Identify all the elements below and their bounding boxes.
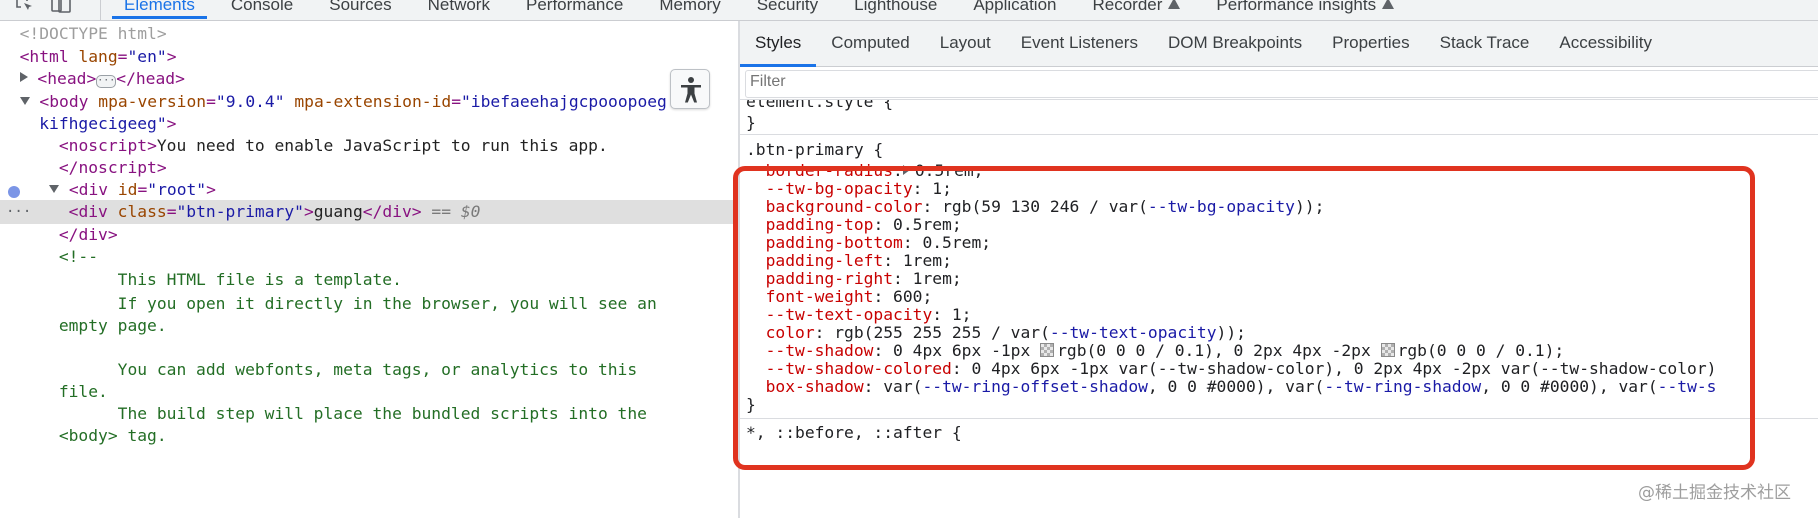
collapse-triangle-icon[interactable] <box>19 97 30 105</box>
tag-name: div <box>78 225 108 244</box>
tab-stack-trace[interactable]: Stack Trace <box>1425 21 1545 66</box>
attr-value: "ibefaeehajgcpooopoeg <box>461 92 667 111</box>
tab-event-listeners[interactable]: Event Listeners <box>1006 21 1153 66</box>
dom-line-doctype[interactable]: <!DOCTYPE html> <box>0 22 738 46</box>
tab-recorder[interactable]: Recorder <box>1092 0 1181 20</box>
comment-text: The build step will place the bundled sc… <box>58 404 647 423</box>
filter-bar <box>740 67 1818 100</box>
accessibility-tree-button[interactable] <box>670 69 710 109</box>
dom-line-html[interactable]: <html lang="en"> <box>0 45 738 69</box>
dom-line-comment-open[interactable]: <!-- <box>0 245 738 269</box>
attr-value: "btn-primary" <box>176 202 304 221</box>
annotation-highlight-box <box>733 166 1755 470</box>
dom-line-comment[interactable]: The build step will place the bundled sc… <box>0 402 738 426</box>
dom-line-comment[interactable]: file. <box>0 380 738 404</box>
tab-lighthouse[interactable]: Lighthouse <box>854 0 937 20</box>
tab-console[interactable]: Console <box>231 0 293 20</box>
dom-line-body[interactable]: <body mpa-version="9.0.4" mpa-extension-… <box>0 90 738 114</box>
tab-computed[interactable]: Computed <box>816 21 924 66</box>
tag-name: div <box>78 202 108 221</box>
tab-memory[interactable]: Memory <box>659 0 720 20</box>
tag-name: noscript <box>68 136 148 155</box>
dom-line-comment[interactable]: empty page. <box>0 314 738 338</box>
console-ref: == $0 <box>431 202 481 221</box>
sidebar-tabs: Styles Computed Layout Event Listeners D… <box>740 21 1818 67</box>
attr-value: "root" <box>147 180 207 199</box>
element-style-selector[interactable]: element.style { <box>746 100 893 112</box>
tab-elements[interactable]: Elements <box>112 0 207 20</box>
comment-text: You can add webfonts, meta tags, or anal… <box>58 360 638 379</box>
tab-performance-insights-label: Performance insights <box>1216 0 1377 14</box>
comment-text: <body> tag. <box>58 426 167 445</box>
warning-icon <box>1382 0 1395 9</box>
attr-value-cont: kifhgecigeeg" <box>39 114 167 133</box>
collapsed-ellipsis[interactable]: ··· <box>96 75 117 88</box>
collapse-triangle-icon[interactable] <box>49 185 60 193</box>
comment-text: empty page. <box>58 316 167 335</box>
comment-text: file. <box>58 382 108 401</box>
tag-name-close: head <box>135 69 176 88</box>
tag-name: html <box>29 47 69 66</box>
watermark: @稀土掘金技术社区 <box>1638 483 1791 503</box>
dom-line-selected[interactable]: ··· <div class="btn-primary">guang</div>… <box>0 200 738 224</box>
dom-tree: <!DOCTYPE html> <html lang="en"> <head>·… <box>0 22 738 518</box>
tab-recorder-label: Recorder <box>1092 0 1163 14</box>
tab-performance-insights[interactable]: Performance insights <box>1216 0 1395 20</box>
dom-line-root[interactable]: <div id="root"> <box>0 178 738 202</box>
more-options-icon[interactable]: ··· <box>6 200 31 224</box>
dom-line-noscript-close[interactable]: </noscript> <box>0 156 738 180</box>
rule-selector[interactable]: .btn-primary { <box>746 139 883 160</box>
dom-line-noscript[interactable]: <noscript>You need to enable JavaScript … <box>0 134 738 158</box>
tag-name: div <box>78 180 109 199</box>
tab-properties[interactable]: Properties <box>1317 21 1424 66</box>
devtools-tab-bar: Elements Console Sources Network Perform… <box>0 0 1818 21</box>
main-tabs: Elements Console Sources Network Perform… <box>112 0 1430 20</box>
rule-divider <box>740 134 1818 135</box>
accessibility-icon <box>681 77 701 103</box>
doctype-text: <!DOCTYPE html> <box>19 24 167 43</box>
tag-name: body <box>49 92 89 111</box>
text-node: guang <box>313 202 363 221</box>
tag-name-close: div <box>382 202 412 221</box>
element-style-close: } <box>746 113 756 132</box>
breakpoint-dot <box>8 186 20 198</box>
comment-open: <!-- <box>58 247 99 266</box>
tab-network[interactable]: Network <box>428 0 490 20</box>
dom-line-root-close[interactable]: </div> <box>0 223 738 247</box>
tab-dom-breakpoints[interactable]: DOM Breakpoints <box>1153 21 1317 66</box>
tag-name: noscript <box>78 158 157 177</box>
attr-value: "9.0.4" <box>215 92 285 111</box>
attr-value: "en" <box>127 47 167 66</box>
tab-security[interactable]: Security <box>757 0 818 20</box>
text-node: You need to enable JavaScript to run thi… <box>156 136 608 155</box>
tag-name: head <box>47 69 87 88</box>
tab-layout[interactable]: Layout <box>925 21 1006 66</box>
dom-line-comment[interactable]: You can add webfonts, meta tags, or anal… <box>0 358 738 382</box>
tab-styles[interactable]: Styles <box>740 21 817 67</box>
comment-text: This HTML file is a template. <box>58 270 402 289</box>
toolbar-divider <box>100 0 101 20</box>
attr-name: id <box>117 180 138 199</box>
dom-line-comment[interactable] <box>0 336 738 360</box>
dom-line-body-cont[interactable]: kifhgecigeeg"> <box>0 112 738 136</box>
tab-performance[interactable]: Performance <box>526 0 623 20</box>
inspect-icon[interactable] <box>14 0 36 14</box>
attr-name: class <box>117 202 167 221</box>
dom-line-head[interactable]: <head>···</head> <box>0 67 738 91</box>
dom-line-comment[interactable]: <body> tag. <box>0 424 738 448</box>
filter-input[interactable] <box>750 73 1150 91</box>
dom-line-comment[interactable]: If you open it directly in the browser, … <box>0 292 738 316</box>
warning-icon <box>1168 0 1181 9</box>
tab-sources[interactable]: Sources <box>329 0 391 20</box>
tab-accessibility[interactable]: Accessibility <box>1544 21 1667 66</box>
attr-name: lang <box>78 47 118 66</box>
device-toggle-icon[interactable] <box>50 0 72 14</box>
attr-name: mpa-extension-id <box>294 92 452 111</box>
dom-line-comment[interactable]: This HTML file is a template. <box>0 268 738 292</box>
tab-application[interactable]: Application <box>973 0 1056 20</box>
expand-triangle-icon[interactable] <box>19 72 28 82</box>
comment-text: If you open it directly in the browser, … <box>58 294 657 313</box>
attr-name: mpa-version <box>98 92 207 111</box>
